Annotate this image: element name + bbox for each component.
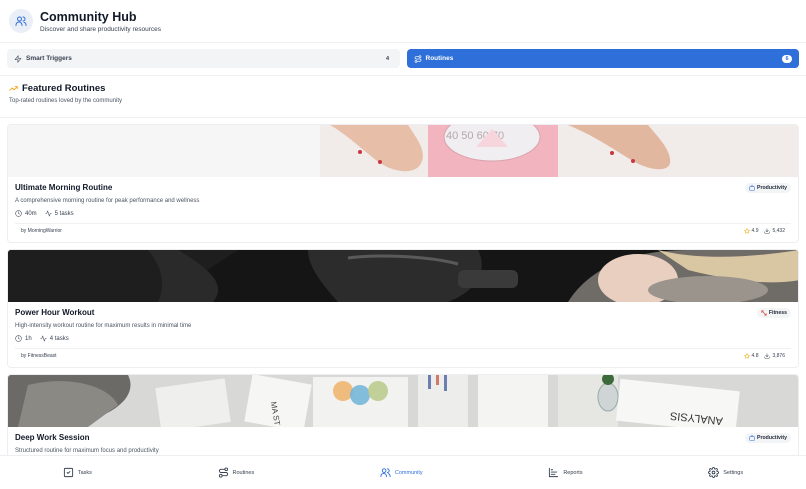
tabs-divider xyxy=(0,75,806,76)
rating: 4.9 xyxy=(743,228,759,234)
routine-description: Structured routine for maximum focus and… xyxy=(15,448,159,454)
rating: 4.8 xyxy=(743,353,759,359)
routine-card[interactable]: MA ST ANALYSIS Deep Work Session Structu… xyxy=(7,374,799,464)
section-divider xyxy=(0,117,806,118)
nav-label: Tasks xyxy=(77,469,92,476)
tab-smart-triggers[interactable]: Smart Triggers 4 xyxy=(7,49,400,68)
nav-reports[interactable]: Reports xyxy=(548,467,583,478)
activity-icon xyxy=(44,210,52,217)
category-badge: Productivity xyxy=(745,183,791,193)
routine-description: A comprehensive morning routine for peak… xyxy=(15,198,200,204)
bottom-nav: Tasks Routines Community Reports Setting… xyxy=(0,455,806,489)
routine-title: Ultimate Morning Routine xyxy=(15,183,113,192)
duration: 40m xyxy=(15,210,37,217)
task-count: 5 tasks xyxy=(44,210,74,217)
category-badge: Fitness xyxy=(756,308,791,318)
route-icon xyxy=(218,467,228,478)
checkbox-icon xyxy=(63,467,73,478)
routine-title: Deep Work Session xyxy=(15,433,90,442)
task-count: 4 tasks xyxy=(39,335,69,342)
routine-card[interactable]: 40 50 60 70 Ultimate Morning Routine A c… xyxy=(7,124,799,243)
app-header: Community Hub Discover and share product… xyxy=(0,0,806,42)
nav-community[interactable]: Community xyxy=(380,467,423,478)
header-divider xyxy=(0,42,806,43)
users-icon xyxy=(9,9,33,33)
nav-routines[interactable]: Routines xyxy=(218,467,255,478)
tab-routines[interactable]: Routines 6 xyxy=(406,49,799,68)
activity-icon xyxy=(39,335,47,342)
nav-label: Community xyxy=(394,469,423,476)
dumbbell-icon xyxy=(761,310,767,316)
route-icon xyxy=(414,54,421,63)
downloads: 3,876 xyxy=(764,353,785,359)
task-count-text: 5 tasks xyxy=(54,210,74,217)
trending-up-icon xyxy=(9,86,18,91)
star-icon xyxy=(743,353,750,359)
featured-section-header: Featured Routines Top-rated routines lov… xyxy=(9,83,122,104)
routine-title: Power Hour Workout xyxy=(15,308,95,317)
download-icon xyxy=(764,353,771,359)
tab-count-badge: 4 xyxy=(385,55,390,62)
feet-on-scale-photo: 40 50 60 70 xyxy=(8,125,798,177)
users-icon xyxy=(380,468,391,478)
nav-tasks[interactable]: Tasks xyxy=(63,467,92,478)
star-icon xyxy=(743,228,750,234)
rating-text: 4.8 xyxy=(751,353,759,359)
duration-text: 1h xyxy=(25,335,32,342)
duration: 1h xyxy=(15,335,32,342)
desk-analysis-photo: MA ST ANALYSIS xyxy=(8,375,798,427)
downloads-text: 3,876 xyxy=(772,353,785,359)
nav-label: Routines xyxy=(232,469,255,476)
section-subtitle: Top-rated routines loved by the communit… xyxy=(9,98,123,104)
section-title: Featured Routines xyxy=(22,83,106,94)
nav-settings[interactable]: Settings xyxy=(708,467,743,478)
category-text: Fitness xyxy=(768,310,787,316)
downloads: 5,432 xyxy=(764,228,785,234)
download-icon xyxy=(764,228,771,234)
tab-label: Smart Triggers xyxy=(26,55,72,62)
routine-description: High-intensity workout routine for maxim… xyxy=(15,323,192,329)
routine-card[interactable]: Power Hour Workout High-intensity workou… xyxy=(7,249,799,368)
clock-icon xyxy=(15,335,22,342)
zap-icon xyxy=(14,54,22,63)
nav-label: Settings xyxy=(723,469,744,476)
category-text: Productivity xyxy=(757,435,787,441)
task-count-text: 4 tasks xyxy=(49,335,69,342)
workout-photo xyxy=(8,250,798,302)
duration-text: 40m xyxy=(25,210,37,217)
page-title: Community Hub xyxy=(40,9,137,24)
author: by MorningWarrior xyxy=(21,228,62,234)
briefcase-icon xyxy=(749,435,755,441)
page-subtitle: Discover and share productivity resource… xyxy=(40,25,162,33)
chart-icon xyxy=(549,467,559,478)
author: by FitnessBeast xyxy=(21,353,57,359)
rating-text: 4.9 xyxy=(751,228,759,234)
briefcase-icon xyxy=(749,185,755,191)
clock-icon xyxy=(15,210,22,217)
settings-icon xyxy=(708,467,720,478)
tab-bar: Smart Triggers 4 Routines 6 xyxy=(7,49,799,68)
category-badge: Productivity xyxy=(745,433,791,443)
tab-count-badge: 6 xyxy=(782,54,792,63)
downloads-text: 5,432 xyxy=(772,228,785,234)
nav-label: Reports xyxy=(563,469,583,476)
tab-label: Routines xyxy=(425,55,454,62)
category-text: Productivity xyxy=(757,185,787,191)
